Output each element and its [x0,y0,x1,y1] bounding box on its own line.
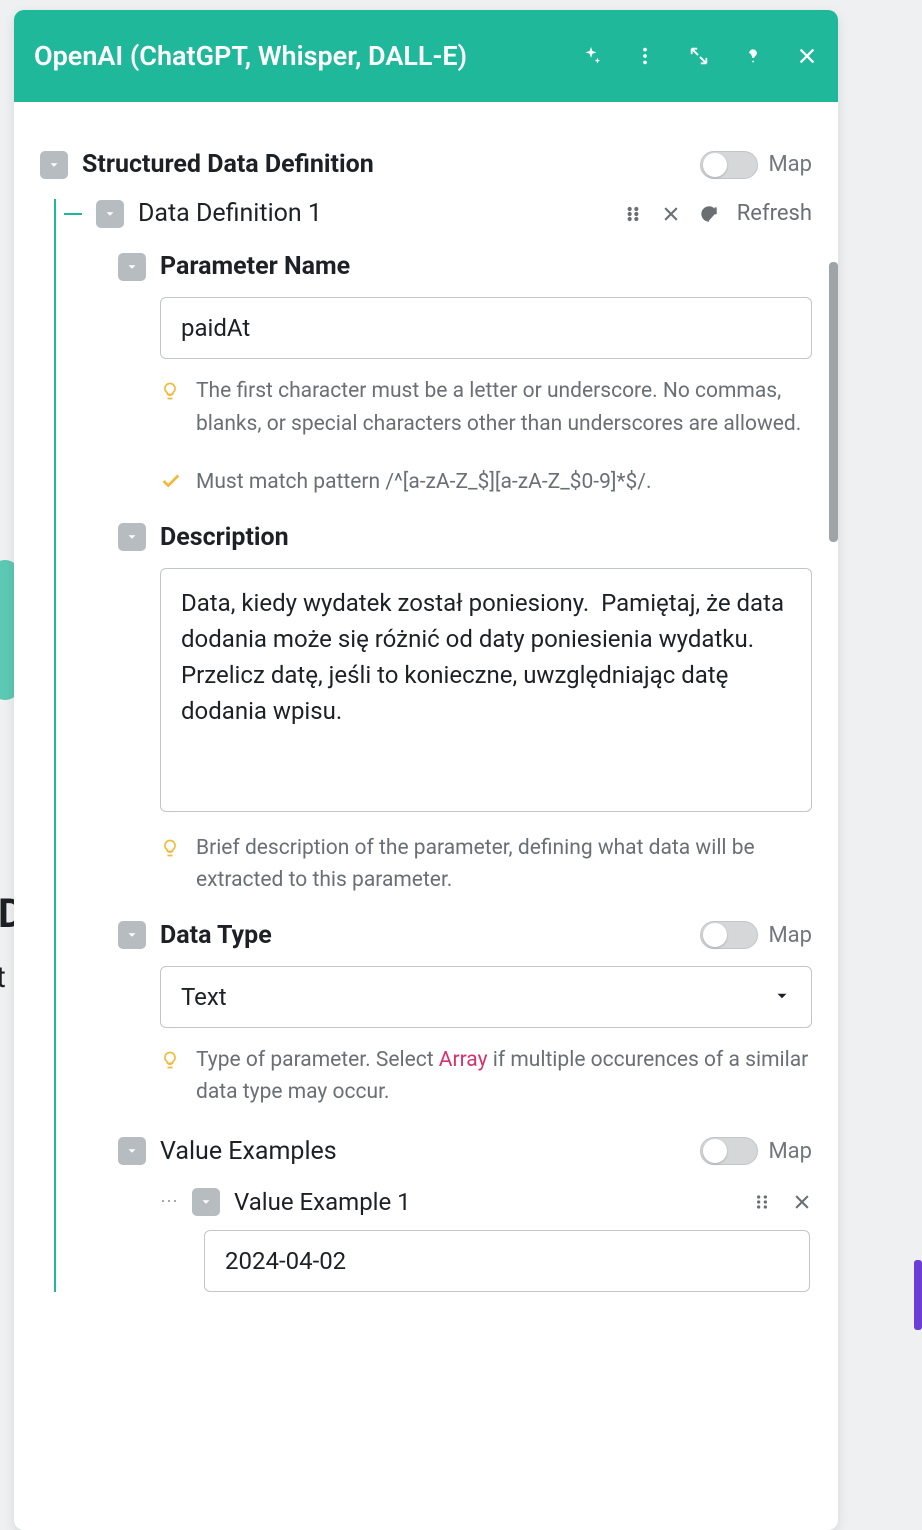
parameter-name-hint1: The first character must be a letter or … [196,375,812,440]
config-panel: OpenAI (ChatGPT, Whisper, DALL-E) [14,10,838,1530]
section-structured-title: Structured Data Definition [82,150,686,179]
map-switch[interactable] [700,1137,758,1165]
description-section: Description Brief description of the par… [118,523,812,897]
scrollbar[interactable] [829,262,838,542]
data-definition-row: Data Definition 1 Refresh [60,199,812,228]
value-examples-map-toggle: Map [700,1137,812,1165]
map-toggle: Map [700,151,812,179]
data-type-value: Text [181,983,227,1011]
parameter-name-section: Parameter Name The first character must … [118,252,812,499]
data-type-map-toggle: Map [700,921,812,949]
row-actions: Refresh [623,201,812,226]
tree-connector [64,213,82,215]
value-examples-header: Value Examples Map [118,1137,812,1166]
refresh-icon[interactable] [699,204,719,224]
value-examples-label: Value Examples [160,1137,686,1166]
collapse-toggle[interactable] [118,253,146,281]
description-hint: Brief description of the parameter, defi… [196,832,812,897]
background-strip [914,1260,922,1330]
tree-connector-icon: ⋯ [160,1191,178,1212]
panel-title: OpenAI (ChatGPT, Whisper, DALL-E) [34,40,560,72]
bulb-icon [160,836,180,856]
bulb-icon [160,379,180,399]
collapse-toggle[interactable] [192,1188,220,1216]
drag-handle-icon[interactable] [623,204,643,224]
collapse-toggle[interactable] [118,921,146,949]
parameter-name-label: Parameter Name [160,252,350,281]
close-icon[interactable] [796,45,818,67]
data-type-label: Data Type [160,921,272,950]
collapse-toggle[interactable] [96,200,124,228]
background-glyph: t [0,960,6,995]
data-definition-title: Data Definition 1 [138,199,609,228]
map-label: Map [768,1139,812,1164]
value-example-input[interactable] [204,1230,810,1292]
help-icon[interactable] [742,45,764,67]
section-structured-header: Structured Data Definition Map [40,150,812,179]
collapse-toggle[interactable] [118,1137,146,1165]
value-example-row: ⋯ Value Example 1 [160,1188,812,1216]
value-example-item-label: Value Example 1 [234,1188,738,1216]
expand-icon[interactable] [688,45,710,67]
data-type-section: Data Type Map Text [118,921,812,1109]
map-switch[interactable] [700,921,758,949]
collapse-toggle[interactable] [118,523,146,551]
description-input[interactable] [160,568,812,812]
panel-header: OpenAI (ChatGPT, Whisper, DALL-E) [14,10,838,102]
collapse-toggle[interactable] [40,151,68,179]
remove-icon[interactable] [661,204,681,224]
data-type-hint: Type of parameter. Select Array if multi… [196,1044,812,1109]
more-icon[interactable] [634,45,656,67]
drag-handle-icon[interactable] [752,1192,772,1212]
chevron-down-icon [773,983,791,1011]
parameter-name-hint2: Must match pattern /^[a-zA-Z_$][a-zA-Z_$… [196,466,652,499]
refresh-label[interactable]: Refresh [737,201,812,226]
sparkle-icon[interactable] [580,45,602,67]
check-icon [160,470,180,490]
map-switch[interactable] [700,151,758,179]
map-label: Map [768,923,812,948]
parameter-name-input[interactable] [160,297,812,359]
bulb-icon [160,1048,180,1068]
description-label: Description [160,523,289,552]
data-type-select[interactable]: Text [160,966,812,1028]
map-label: Map [768,152,812,177]
remove-icon[interactable] [792,1192,812,1212]
header-actions [580,45,818,67]
panel-body: Structured Data Definition Map Data Defi… [14,102,838,1530]
value-example-actions [752,1192,812,1212]
